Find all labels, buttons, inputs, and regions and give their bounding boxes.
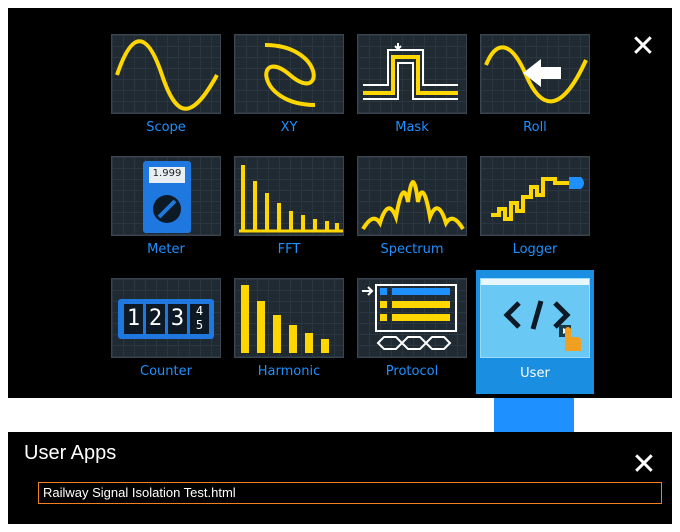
user-apps-close-button[interactable]: ✕ <box>629 450 659 480</box>
file-list-item[interactable]: Railway Signal Isolation Test.html <box>38 482 662 504</box>
user-apps-panel: User Apps ✕ Railway Signal Isolation Tes… <box>8 432 672 524</box>
user-apps-title: User Apps <box>24 442 117 464</box>
